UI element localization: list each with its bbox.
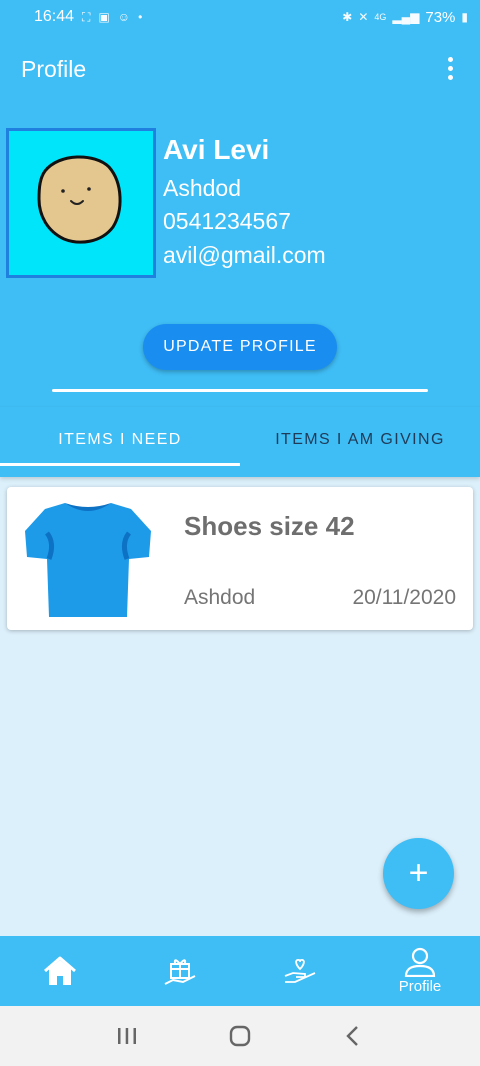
avatar[interactable] (6, 128, 156, 278)
more-options-icon[interactable] (438, 54, 462, 82)
user-city: Ashdod (163, 175, 242, 201)
screenshot-icon: ⛶ (82, 9, 91, 24)
battery-percent: 73% (425, 8, 456, 26)
face-icon (37, 155, 122, 244)
network-type: 4G (374, 12, 387, 22)
nav-donations[interactable] (240, 936, 360, 1006)
nav-home[interactable] (0, 936, 120, 1006)
item-date: 20/11/2020 (352, 586, 456, 609)
item-city: Ashdod (184, 586, 256, 609)
back-icon[interactable] (333, 1016, 373, 1056)
item-image (21, 497, 155, 621)
heart-hand-icon (284, 958, 316, 983)
nav-profile[interactable]: Profile (360, 936, 480, 1006)
update-profile-button[interactable]: UPDATE PROFILE (143, 324, 337, 370)
battery-icon: ▮ (461, 10, 468, 24)
person-icon (404, 947, 436, 977)
user-phone: 0541234567 (163, 208, 291, 234)
mute-icon: ✕ (358, 10, 369, 24)
signal-icon: ▂▄▆ (392, 10, 420, 24)
app-notification-icon: ☺ (117, 10, 131, 24)
nav-profile-label: Profile (398, 978, 442, 995)
dot-icon: • (138, 10, 143, 24)
tab-bar: ITEMS I NEED ITEMS I AM GIVING (0, 407, 480, 477)
page-title: Profile (21, 56, 87, 82)
gift-hand-icon (164, 959, 196, 985)
nav-giving[interactable] (120, 936, 240, 1006)
home-button-icon[interactable] (220, 1016, 260, 1056)
divider (52, 389, 428, 392)
status-right: ✱ ✕ 4G ▂▄▆ 73% ▮ (342, 9, 468, 26)
tshirt-icon (25, 503, 151, 617)
recent-apps-icon[interactable] (107, 1016, 147, 1056)
status-time: 16:44 (34, 8, 75, 25)
user-name: Avi Levi (163, 134, 270, 165)
user-email: avil@gmail.com (163, 242, 326, 268)
item-card[interactable]: Shoes size 42 Ashdod 20/11/2020 (7, 487, 473, 630)
system-nav-bar (0, 1006, 480, 1066)
bottom-nav: Profile (0, 936, 480, 1006)
status-left: 16:44 ⛶ ▣ ☺ • (34, 8, 142, 26)
profile-header: Profile Avi Levi Ashdod 0541234567 avil@… (0, 34, 480, 407)
home-icon (44, 956, 76, 985)
item-title: Shoes size 42 (184, 511, 355, 541)
gallery-icon: ▣ (98, 10, 110, 24)
bluetooth-icon: ✱ (342, 10, 353, 24)
tab-items-i-am-giving[interactable]: ITEMS I AM GIVING (240, 407, 480, 473)
add-item-button[interactable]: + (383, 838, 454, 909)
tab-indicator (0, 463, 240, 466)
status-bar: 16:44 ⛶ ▣ ☺ • ✱ ✕ 4G ▂▄▆ 73% ▮ (0, 0, 480, 34)
